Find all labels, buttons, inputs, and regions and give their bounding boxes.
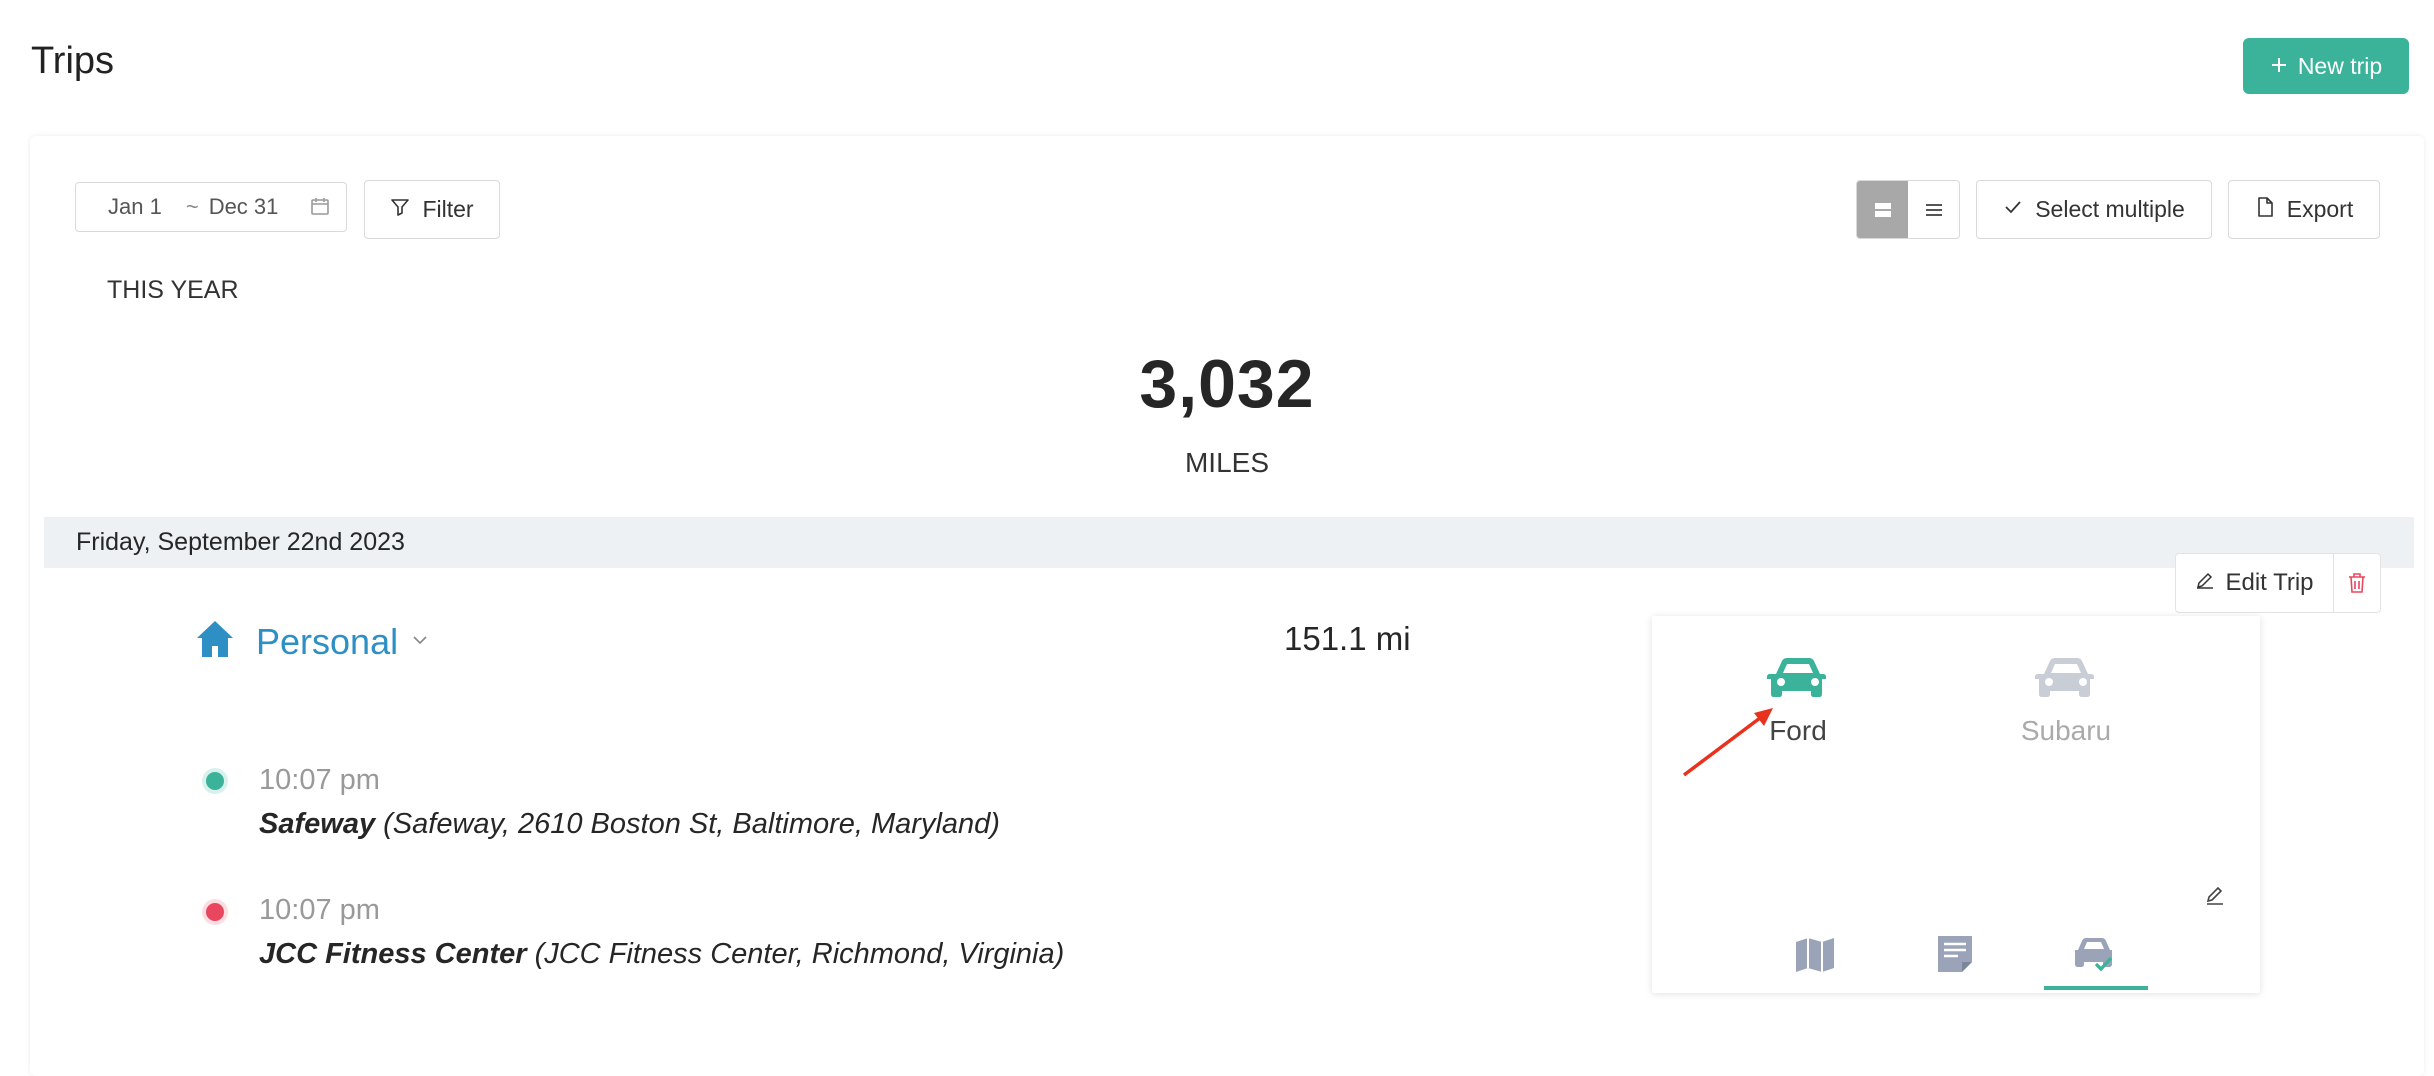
view-toggle[interactable] [1856, 180, 1960, 239]
start-stop-time: 10:07 pm [259, 764, 380, 796]
filter-icon [390, 196, 410, 223]
check-icon [2003, 196, 2023, 223]
pencil-icon [2206, 886, 2223, 905]
end-stop-dot [206, 903, 224, 921]
edit-trip-label: Edit Trip [2225, 569, 2314, 596]
home-icon [194, 618, 236, 665]
new-trip-label: New trip [2297, 52, 2383, 79]
trip-purpose-dropdown[interactable]: Personal [194, 618, 428, 665]
map-icon [1796, 938, 1834, 972]
tab-map[interactable] [1794, 936, 1836, 979]
vehicle-panel: Ford Subaru [1652, 616, 2260, 993]
car-icon [1767, 658, 1826, 697]
trip-distance: 151.1 mi [1284, 620, 1411, 657]
end-stop-detail: (JCC Fitness Center, Richmond, Virginia) [534, 938, 1065, 970]
end-stop-name: JCC Fitness Center [259, 938, 527, 970]
date-separator: ~ [185, 194, 199, 219]
select-multiple-label: Select multiple [2035, 196, 2185, 222]
export-button[interactable]: Export [2228, 180, 2380, 239]
vehicle-icon [2075, 938, 2113, 972]
start-stop-detail: (Safeway, 2610 Boston St, Baltimore, Mar… [383, 808, 1000, 840]
start-stop-address: Safeway (Safeway, 2610 Boston St, Baltim… [259, 808, 1000, 841]
notes-icon [1938, 936, 1972, 972]
car-icon [2035, 658, 2094, 697]
date-from[interactable]: Jan 1 [108, 194, 162, 220]
vehicle-option-subaru[interactable]: Subaru [1986, 654, 2146, 747]
active-tab-indicator [2044, 986, 2148, 990]
annotation-arrow [1682, 708, 1773, 777]
calendar-icon [310, 196, 330, 222]
export-label: Export [2286, 196, 2354, 222]
card-view-button[interactable] [1857, 181, 1908, 238]
list-view-icon [1925, 203, 1942, 216]
edit-trip-button[interactable]: Edit Trip [2176, 554, 2334, 612]
vehicle-name-subaru: Subaru [2020, 715, 2112, 746]
tab-vehicle[interactable] [2072, 934, 2116, 979]
end-stop-time: 10:07 pm [259, 894, 380, 926]
delete-trip-button[interactable] [2334, 554, 2380, 612]
miles-unit: MILES [1184, 447, 1270, 478]
edit-vehicle-button[interactable] [2204, 884, 2226, 911]
list-view-button[interactable] [1908, 181, 1959, 238]
trash-icon [2349, 573, 2365, 593]
file-icon [2255, 196, 2275, 224]
trip-purpose-label: Personal [256, 620, 399, 662]
date-to[interactable]: Dec 31 [209, 194, 279, 220]
start-stop-dot [206, 772, 224, 790]
card-view-icon [1874, 202, 1891, 217]
day-header-label: Friday, September 22nd 2023 [76, 528, 405, 556]
filter-label: Filter [422, 196, 474, 222]
total-miles: 3,032 [1139, 346, 1315, 422]
start-stop-name: Safeway [259, 808, 376, 840]
page-title: Trips [31, 40, 115, 82]
trip-actions: Edit Trip [2175, 553, 2381, 613]
end-stop-address: JCC Fitness Center (JCC Fitness Center, … [259, 938, 1064, 971]
tab-notes[interactable] [1936, 934, 1974, 979]
filter-button[interactable]: Filter [364, 180, 500, 239]
day-header: Friday, September 22nd 2023 [44, 517, 2414, 568]
select-multiple-button[interactable]: Select multiple [1976, 180, 2212, 239]
plus-icon [2270, 53, 2288, 80]
new-trip-button[interactable]: New trip [2243, 38, 2409, 94]
date-range-picker[interactable]: Jan 1 ~ Dec 31 [75, 182, 347, 232]
chevron-down-icon [412, 633, 428, 651]
period-label: THIS YEAR [107, 276, 239, 304]
pencil-icon [2195, 569, 2215, 597]
